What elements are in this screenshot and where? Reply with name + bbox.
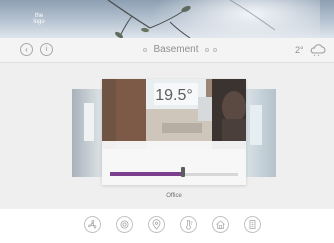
back-button[interactable]: ‹ bbox=[20, 43, 33, 56]
next-room-window bbox=[250, 105, 262, 145]
room-name: Office bbox=[166, 193, 182, 199]
power-icon bbox=[120, 220, 129, 229]
home-icon bbox=[216, 220, 225, 229]
cloud-icon bbox=[310, 44, 326, 56]
room-selector[interactable]: Basement bbox=[130, 44, 230, 56]
brand-logo: the logo bbox=[33, 13, 45, 25]
next-room-dot[interactable] bbox=[204, 48, 209, 52]
outdoor-temperature: 2° bbox=[295, 45, 304, 55]
power-button[interactable] bbox=[116, 216, 133, 233]
location-icon bbox=[152, 219, 161, 230]
next-room-card[interactable] bbox=[246, 89, 276, 177]
top-bar: ‹ i Basement 2° bbox=[0, 38, 334, 63]
bottom-nav bbox=[0, 209, 334, 243]
room-temperature: 19.5° bbox=[155, 87, 193, 104]
thermostat-panel bbox=[102, 141, 246, 185]
info-icon: i bbox=[45, 46, 48, 53]
thermostat-button[interactable] bbox=[180, 216, 197, 233]
building-button[interactable] bbox=[244, 216, 261, 233]
room-title: Basement bbox=[153, 44, 199, 55]
thermostat-icon bbox=[186, 220, 193, 230]
location-button[interactable] bbox=[148, 216, 165, 233]
next-room-dot-2[interactable] bbox=[212, 48, 217, 52]
prev-room-card[interactable] bbox=[72, 89, 102, 177]
branches-graphic bbox=[107, 0, 276, 38]
header-banner: the logo bbox=[0, 0, 334, 38]
setpoint-slider-handle[interactable] bbox=[181, 167, 185, 177]
info-button[interactable]: i bbox=[40, 43, 53, 56]
fan-icon bbox=[88, 220, 97, 229]
prev-room-dot[interactable] bbox=[143, 48, 148, 52]
building-icon bbox=[249, 220, 256, 229]
fan-button[interactable] bbox=[84, 216, 101, 233]
prev-room-window bbox=[84, 103, 94, 141]
back-icon: ‹ bbox=[25, 45, 28, 54]
setpoint-slider-fill bbox=[110, 172, 183, 176]
home-button[interactable] bbox=[212, 216, 229, 233]
